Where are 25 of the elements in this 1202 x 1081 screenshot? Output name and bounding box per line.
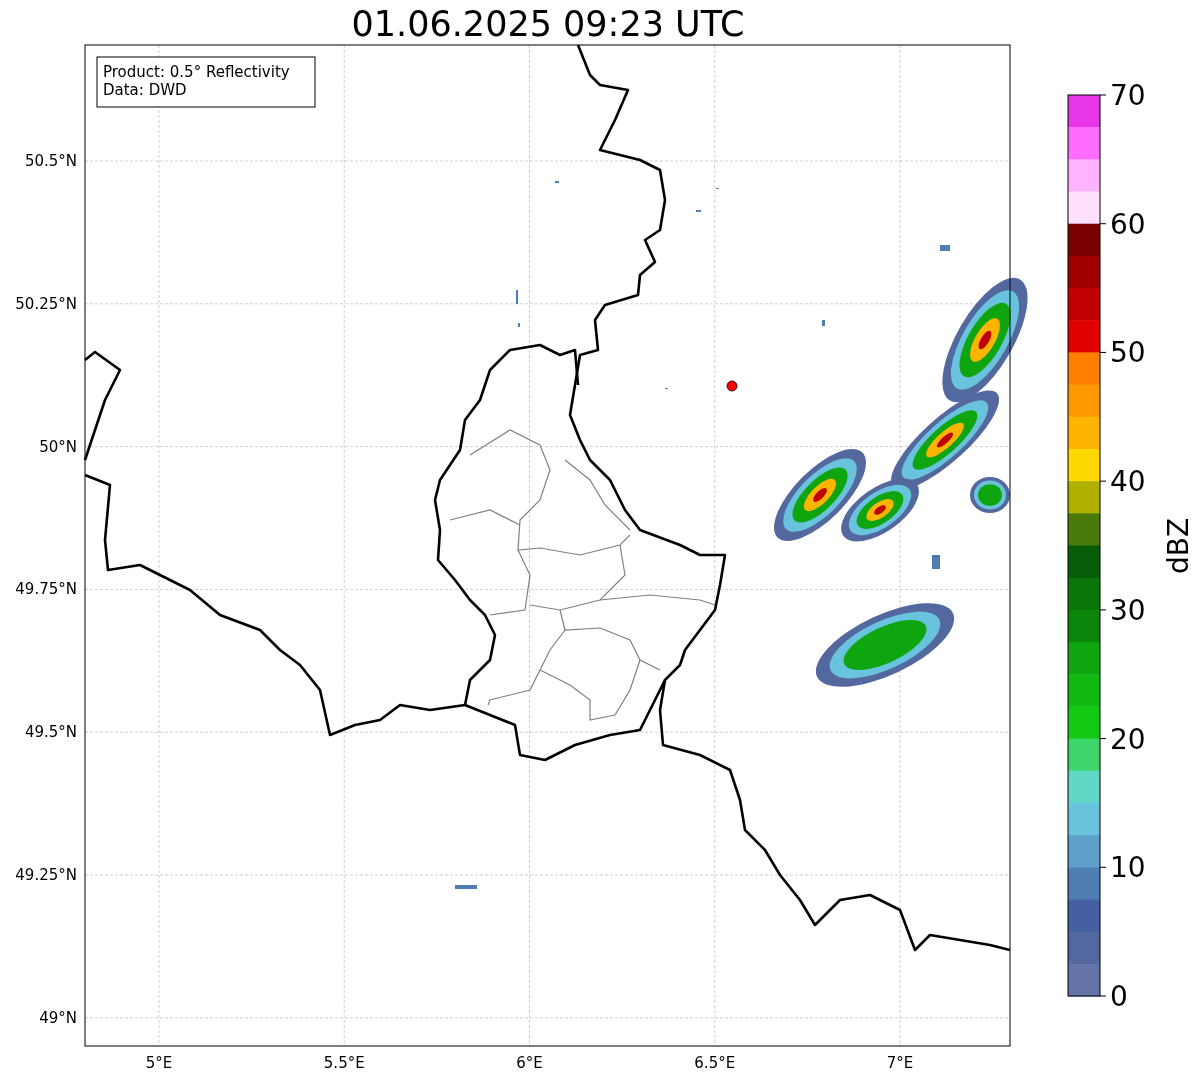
- latitude-label: 49°N: [39, 1008, 77, 1027]
- colorbar-tick-label: 30: [1110, 593, 1146, 627]
- colorbar-label: dBZ: [1162, 517, 1195, 575]
- longitude-label: 5°E: [145, 1054, 173, 1072]
- latitude-label: 50.5°N: [24, 152, 77, 170]
- longitude-label: 5.5°E: [323, 1054, 365, 1072]
- info-text: Product: 0.5° Reflectivity: [103, 63, 290, 81]
- colorbar-tick-label: 70: [1110, 79, 1146, 112]
- colorbar-tick-label: 0: [1110, 980, 1128, 1013]
- longitude-label: 6°E: [516, 1054, 543, 1072]
- info-text: Data: DWD: [103, 81, 187, 99]
- radar-site-marker: [726, 380, 738, 392]
- longitude-label: 7°E: [886, 1054, 914, 1072]
- colorbar-tick-label: 60: [1110, 207, 1146, 241]
- latitude-label: 49.75°N: [15, 580, 77, 599]
- colorbar-tick-label: 20: [1110, 722, 1146, 756]
- latitude-label: 49.5°N: [24, 723, 77, 742]
- longitude-label: 6.5°E: [694, 1054, 736, 1072]
- colorbar-tick-label: 40: [1110, 465, 1146, 499]
- latitude-label: 50°N: [39, 437, 77, 456]
- colorbar-tick-label: 50: [1110, 336, 1146, 370]
- colorbar-tick-label: 10: [1110, 851, 1146, 885]
- latitude-label: 50.25°N: [15, 294, 77, 313]
- latitude-label: 49.25°N: [15, 866, 77, 884]
- chart-title: 01.06.2025 09:23 UTC: [351, 4, 745, 44]
